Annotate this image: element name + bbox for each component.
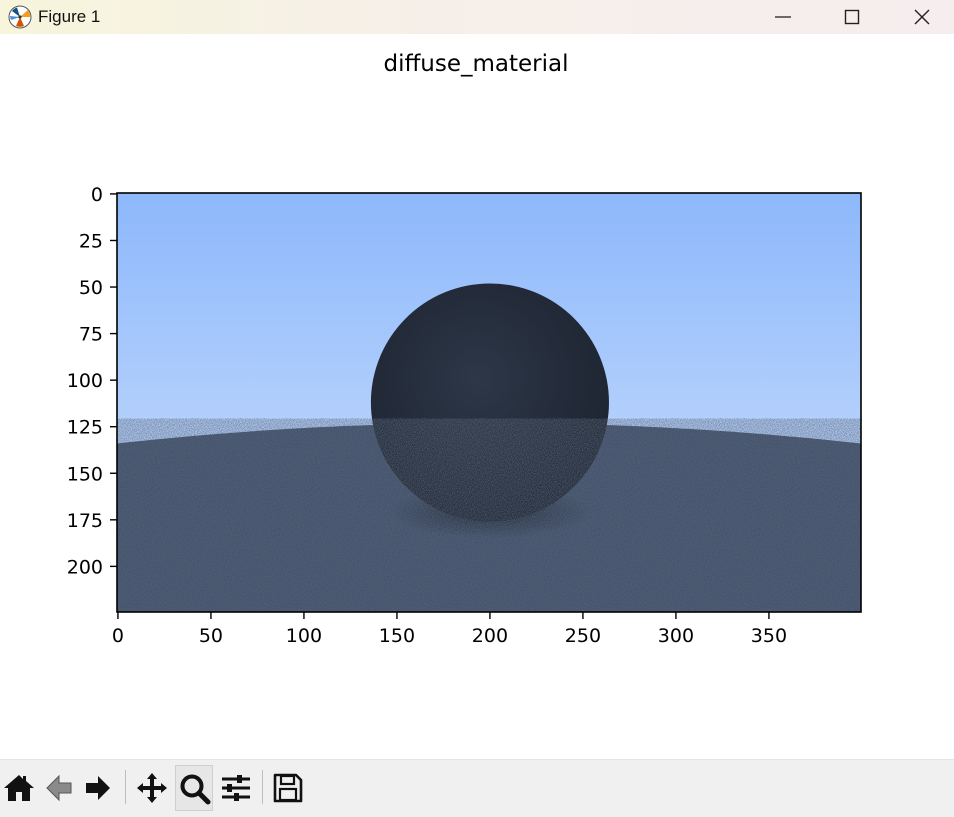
x-tick-label: 0 [112, 625, 124, 647]
y-tick-label: 50 [79, 277, 103, 299]
y-axis: 0 25 50 75 100 125 150 175 200 [67, 184, 117, 578]
close-button[interactable] [887, 0, 954, 34]
sliders-icon [222, 775, 250, 801]
save-button[interactable] [269, 765, 307, 811]
arrow-right-icon [86, 776, 110, 800]
figure-canvas[interactable]: diffuse_material 0 50 100 150 200 250 300 350 0… [0, 34, 954, 758]
back-button[interactable] [40, 765, 78, 811]
arrow-left-icon [46, 774, 72, 802]
matplotlib-logo-icon [8, 5, 32, 29]
x-tick-label: 300 [658, 625, 694, 647]
x-tick-label: 100 [286, 625, 322, 647]
axes: 0 50 100 150 200 250 300 350 0 25 50 75 100 125 150 17… [67, 184, 862, 647]
rendered-image [117, 193, 861, 612]
figure-title: diffuse_material [383, 51, 568, 77]
y-tick-label: 75 [79, 324, 103, 346]
x-tick-label: 250 [565, 625, 601, 647]
y-tick-label: 175 [67, 510, 103, 532]
move-icon [137, 773, 167, 803]
maximize-button[interactable] [817, 0, 887, 34]
render-noise [117, 418, 861, 612]
x-axis: 0 50 100 150 200 250 300 350 [112, 612, 787, 647]
maximize-icon [844, 9, 860, 25]
floppy-disk-icon [273, 773, 303, 803]
x-tick-label: 350 [751, 625, 787, 647]
magnifier-icon [180, 774, 211, 805]
y-tick-label: 100 [67, 370, 103, 392]
y-tick-label: 0 [91, 184, 103, 206]
home-icon [4, 775, 34, 801]
y-tick-label: 25 [79, 230, 103, 252]
y-tick-label: 125 [67, 417, 103, 439]
configure-subplots-button[interactable] [217, 765, 255, 811]
toolbar-separator [125, 770, 126, 804]
window-titlebar: Figure 1 [0, 0, 954, 34]
y-tick-label: 150 [67, 463, 103, 485]
zoom-button[interactable] [175, 765, 213, 811]
close-icon [914, 9, 930, 25]
y-tick-label: 200 [67, 556, 103, 578]
x-tick-label: 150 [379, 625, 415, 647]
window-title: Figure 1 [38, 7, 101, 26]
minimize-button[interactable] [748, 0, 818, 34]
navigation-toolbar [0, 759, 954, 817]
x-tick-label: 50 [199, 625, 223, 647]
x-tick-label: 200 [472, 625, 508, 647]
minimize-icon [775, 16, 791, 18]
forward-button[interactable] [79, 765, 117, 811]
toolbar-separator [262, 770, 263, 804]
pan-button[interactable] [133, 765, 171, 811]
home-button[interactable] [0, 765, 38, 811]
